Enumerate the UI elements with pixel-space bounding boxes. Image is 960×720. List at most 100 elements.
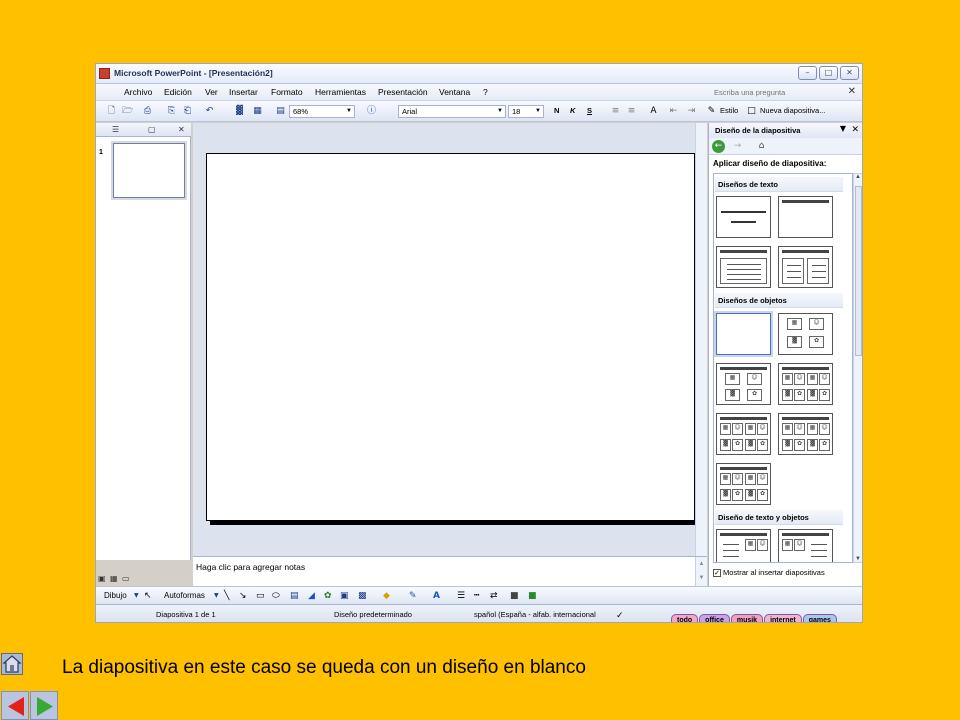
draw-dropdown-icon[interactable]: ▼	[134, 591, 139, 601]
workspace-scrollbar[interactable]	[695, 123, 707, 556]
font-size-dropdown[interactable]: 18 ▼	[508, 105, 544, 118]
autoshapes-button[interactable]: Autoformas	[164, 591, 205, 600]
fill-color-icon[interactable]: ◆	[383, 591, 390, 601]
menu-insertar[interactable]: Insertar	[229, 87, 258, 97]
layout-title-text[interactable]	[716, 246, 771, 288]
undo-icon[interactable]: ↶	[204, 106, 215, 117]
close-panel-icon[interactable]: ✕	[178, 125, 185, 134]
increase-indent-icon[interactable]: ⇥	[686, 106, 697, 117]
shadow-icon[interactable]: ■	[510, 591, 519, 601]
zoom-dropdown[interactable]: 68% ▼	[289, 105, 355, 118]
back-icon[interactable]: ←	[712, 140, 725, 153]
decrease-indent-icon[interactable]: ⇤	[668, 106, 679, 117]
line-icon[interactable]: ╲	[224, 591, 229, 601]
arrow-style-icon[interactable]: ⇄	[490, 591, 498, 601]
italic-button[interactable]: K	[570, 106, 575, 115]
new-slide-button[interactable]: Nueva diapositiva...	[760, 106, 825, 115]
spellcheck-icon[interactable]: ✓	[616, 610, 624, 621]
help-icon[interactable]: ⓘ	[366, 106, 377, 117]
menu-ventana[interactable]: Ventana	[439, 87, 470, 97]
help-question-input[interactable]	[710, 86, 840, 99]
normal-view-icon[interactable]: ▣	[98, 574, 106, 583]
font-dropdown[interactable]: Arial ▼	[398, 105, 506, 118]
wordart-icon[interactable]: ◢	[308, 591, 315, 601]
layout-content-over-content[interactable]: ▦ ☺ ▦ ☺ ▓ ✿ ▓ ✿	[716, 413, 771, 455]
close-button[interactable]: ✕	[840, 66, 859, 80]
layout-title-only[interactable]	[778, 196, 833, 238]
layout-content[interactable]: ▦ ☺ ▓ ✿	[778, 313, 833, 355]
align-left-icon[interactable]: ≡	[610, 106, 621, 117]
layout-title-slide[interactable]	[716, 196, 771, 238]
copy-icon[interactable]: ⎘	[166, 106, 177, 117]
diagram-icon[interactable]: ✿	[324, 591, 332, 601]
minimize-button[interactable]: –	[798, 66, 817, 80]
close-document-icon[interactable]: ✕	[848, 86, 856, 97]
powerpoint-app-icon[interactable]	[99, 68, 110, 79]
underline-button[interactable]: S	[587, 106, 592, 115]
insert-chart-icon[interactable]: ▓	[234, 106, 245, 117]
previous-button[interactable]	[1, 691, 29, 720]
scroll-up-icon[interactable]: ▲	[855, 174, 861, 180]
new-document-icon[interactable]: 🗋	[106, 106, 117, 117]
picture-icon[interactable]: ▩	[358, 591, 367, 601]
clipart-icon[interactable]: ▣	[340, 591, 349, 601]
show-on-insert-checkbox[interactable]: ✓	[713, 569, 721, 578]
scroll-down-icon[interactable]: ▼	[855, 556, 861, 562]
layout-text-content[interactable]: ▦ ☺	[716, 529, 771, 562]
increase-font-icon[interactable]: A	[648, 106, 659, 117]
font-color-icon[interactable]: A	[433, 591, 440, 601]
next-button[interactable]	[30, 691, 58, 720]
menu-formato[interactable]: Formato	[271, 87, 303, 97]
notes-scrollbar[interactable]: ▲ ▼	[695, 557, 707, 587]
forward-icon[interactable]: →	[731, 140, 744, 153]
style-button[interactable]: Estilo	[720, 106, 738, 115]
slide-thumbnail[interactable]	[111, 141, 187, 200]
layout-title-content[interactable]: ▦ ☺ ▓ ✿	[716, 363, 771, 405]
menu-help[interactable]: ?	[483, 87, 488, 97]
layout-two-columns-text[interactable]	[778, 246, 833, 288]
select-pointer-icon[interactable]: ↖	[144, 591, 152, 601]
insert-table-icon[interactable]: ▦	[252, 106, 263, 117]
oval-icon[interactable]: ⬭	[272, 591, 280, 601]
blank-slide[interactable]	[206, 153, 695, 521]
home-task-icon[interactable]: ⌂	[755, 140, 768, 153]
tab-office[interactable]: office	[699, 614, 730, 622]
slideshow-view-icon[interactable]: ▭	[122, 574, 130, 583]
line-style-icon[interactable]: ☰	[457, 591, 465, 601]
align-center-icon[interactable]: ≡	[626, 106, 637, 117]
paste-icon[interactable]: ⎗	[182, 106, 193, 117]
bold-button[interactable]: N	[554, 106, 559, 115]
rectangle-icon[interactable]: ▭	[256, 591, 265, 601]
home-button[interactable]	[1, 653, 23, 675]
menu-edicion[interactable]: Edición	[164, 87, 192, 97]
dash-style-icon[interactable]: ┅	[474, 591, 479, 601]
tab-todo[interactable]: todo	[671, 614, 699, 622]
menu-archivo[interactable]: Archivo	[124, 87, 152, 97]
autoshapes-dropdown-icon[interactable]: ▼	[214, 591, 219, 601]
draw-menu-button[interactable]: Dibujo	[104, 591, 127, 600]
textbox-icon[interactable]: ▤	[290, 591, 299, 601]
slides-tab-icon[interactable]: ▢	[148, 125, 156, 134]
menu-ver[interactable]: Ver	[205, 87, 218, 97]
notes-pane[interactable]: Haga clic para agregar notas ▲ ▼	[193, 556, 707, 587]
print-icon[interactable]: ⎙	[142, 106, 153, 117]
layout-content-text[interactable]: ▦ ☺	[778, 529, 833, 562]
open-folder-icon[interactable]: 🗁	[122, 106, 133, 117]
task-pane-dropdown-icon[interactable]: ▼	[840, 124, 846, 133]
layout-four-content[interactable]: ▦ ☺ ▦ ☺ ▓ ✿ ▓ ✿	[778, 413, 833, 455]
layout-blank[interactable]	[714, 311, 773, 357]
maximize-button[interactable]: □	[819, 66, 838, 80]
menu-presentacion[interactable]: Presentación	[378, 87, 428, 97]
show-on-insert-option[interactable]: ✓ Mostrar al insertar diapositivas	[713, 568, 825, 578]
line-color-icon[interactable]: ✎	[409, 591, 417, 601]
menu-herramientas[interactable]: Herramientas	[315, 87, 366, 97]
layout-title-four-content[interactable]: ▦ ☺ ▦ ☺ ▓ ✿ ▓ ✿	[716, 463, 771, 505]
task-pane-close-icon[interactable]: ✕	[851, 124, 859, 135]
gallery-scroll-thumb[interactable]	[855, 186, 862, 356]
arrow-icon[interactable]: ↘	[239, 591, 247, 601]
grid-icon[interactable]: ▤	[275, 106, 286, 117]
gallery-scrollbar[interactable]: ▲ ▼	[853, 173, 862, 563]
outline-tab-icon[interactable]: ☰	[112, 125, 119, 134]
tab-musik[interactable]: musik	[730, 614, 764, 622]
layout-title-two-content[interactable]: ▦ ☺ ▦ ☺ ▓ ✿ ▓ ✿	[778, 363, 833, 405]
